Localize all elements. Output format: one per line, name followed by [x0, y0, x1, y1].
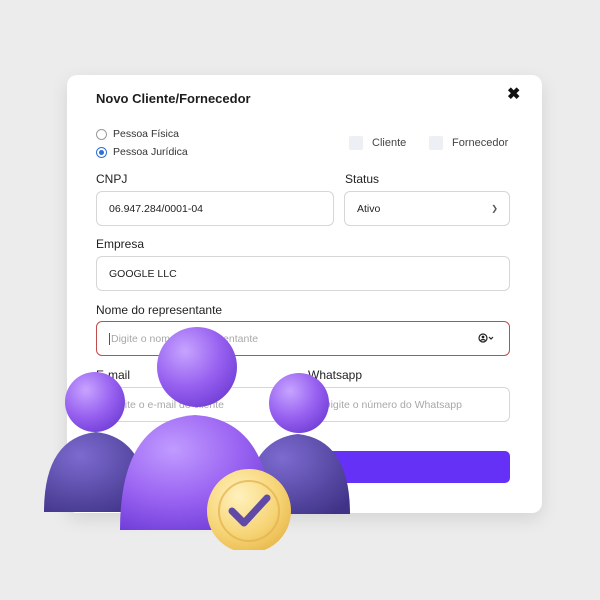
radio-circle-selected[interactable] [96, 146, 107, 158]
empresa-input[interactable]: GOOGLE LLC [96, 256, 510, 291]
empresa-value: GOOGLE LLC [109, 267, 177, 280]
person-right-head [269, 373, 329, 433]
cnpj-input[interactable]: 06.947.284/0001-04 [96, 191, 334, 226]
checkbox-cliente[interactable]: Cliente [349, 136, 406, 150]
empresa-label: Empresa [96, 237, 145, 251]
checkbox-box[interactable] [349, 136, 363, 150]
radio-pessoa-fisica[interactable]: Pessoa Física [96, 128, 179, 140]
status-value: Ativo [357, 202, 381, 215]
cnpj-label: CNPJ [96, 172, 128, 186]
close-icon[interactable]: ✖ [507, 87, 520, 103]
user-circle-icon[interactable] [478, 333, 496, 343]
cnpj-value: 06.947.284/0001-04 [109, 202, 204, 215]
checkbox-label: Fornecedor [452, 137, 509, 149]
radio-circle[interactable] [96, 128, 107, 140]
status-label: Status [345, 172, 380, 186]
checkbox-label: Cliente [372, 137, 407, 149]
checkbox-fornecedor[interactable]: Fornecedor [429, 136, 508, 150]
person-left-head [65, 372, 125, 432]
modal-title: Novo Cliente/Fornecedor [96, 91, 251, 106]
checkbox-box[interactable] [429, 136, 443, 150]
users-illustration [44, 327, 350, 550]
status-select[interactable]: Ativo ❯ [344, 191, 510, 226]
radio-label: Pessoa Física [113, 128, 179, 140]
representante-label: Nome do representante [96, 303, 223, 317]
radio-pessoa-juridica[interactable]: Pessoa Jurídica [96, 146, 188, 158]
chevron-down-icon: ❯ [491, 204, 498, 213]
radio-label: Pessoa Jurídica [113, 146, 188, 158]
person-front-head [157, 327, 237, 407]
